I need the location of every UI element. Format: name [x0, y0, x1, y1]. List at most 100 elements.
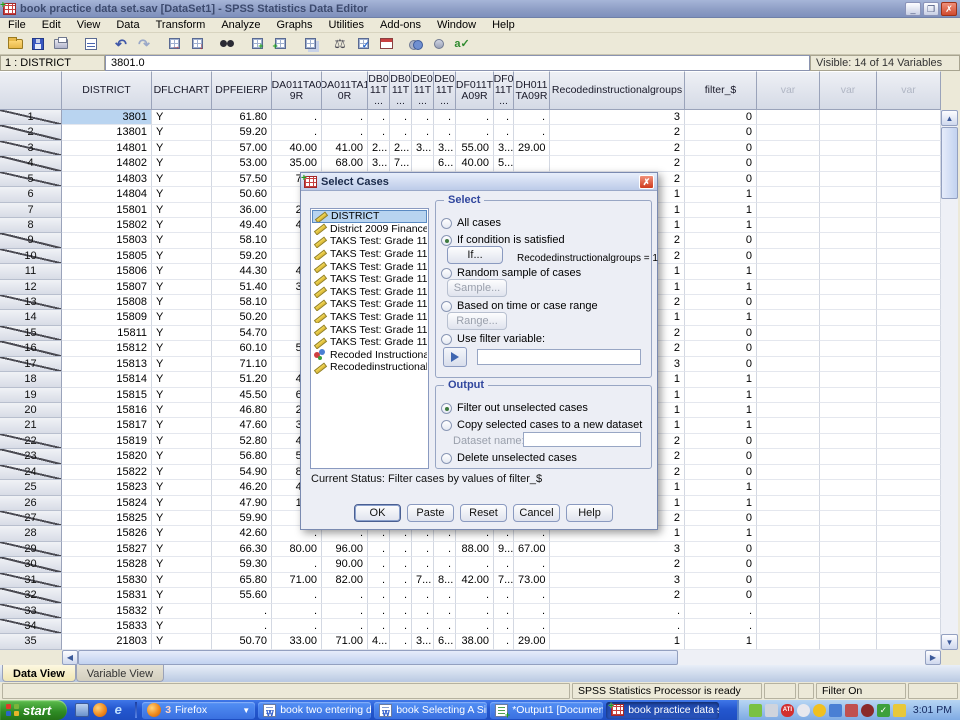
row-header-19[interactable]: 19: [0, 388, 62, 403]
taskbar-button-book-practice-data-se-[interactable]: book practice data se...: [606, 702, 719, 719]
variable-list-item[interactable]: TAKS Test: Grade 11 E...: [312, 298, 427, 311]
cell[interactable]: [877, 357, 941, 372]
cell[interactable]: [820, 511, 877, 526]
cell[interactable]: 3...: [434, 141, 456, 156]
cell[interactable]: [877, 341, 941, 356]
menu-help[interactable]: Help: [484, 18, 523, 32]
cell[interactable]: 0: [685, 542, 757, 557]
cell[interactable]: 2...: [390, 141, 412, 156]
cell[interactable]: 15807: [62, 280, 152, 295]
column-header-dpfeierp[interactable]: DPFEIERP: [212, 71, 272, 110]
cell[interactable]: [820, 526, 877, 541]
cell[interactable]: [820, 310, 877, 325]
undo-icon[interactable]: ↶: [110, 35, 132, 53]
cell[interactable]: 40.00: [272, 141, 322, 156]
cell[interactable]: Y: [152, 588, 212, 603]
cell[interactable]: [877, 218, 941, 233]
column-header-da011ta09r[interactable]: DA011TA0 9R: [272, 71, 322, 110]
variable-list-item[interactable]: TAKS Test: Grade 11 F...: [312, 323, 427, 336]
row-header-3[interactable]: 3: [0, 141, 62, 156]
cell[interactable]: .: [390, 542, 412, 557]
cell[interactable]: .: [550, 619, 685, 634]
menu-graphs[interactable]: Graphs: [268, 18, 320, 32]
dialog-variable-list[interactable]: DISTRICTDistrict 2009 Finance: E...TAKS …: [310, 208, 429, 469]
cell[interactable]: [820, 357, 877, 372]
cell[interactable]: .: [456, 604, 494, 619]
quicklaunch-app-icon[interactable]: [75, 703, 89, 717]
graphics-utility-icon[interactable]: [749, 704, 762, 717]
cell[interactable]: 15825: [62, 511, 152, 526]
column-header-var[interactable]: var: [877, 71, 941, 110]
split-file-icon[interactable]: [299, 35, 321, 53]
column-header-df011t[interactable]: DF0 11T ...: [494, 71, 514, 110]
cell[interactable]: 33.00: [272, 634, 322, 649]
spell-check-icon[interactable]: a✓: [451, 35, 473, 53]
cell[interactable]: 0: [685, 295, 757, 310]
windows-update-icon[interactable]: [893, 704, 906, 717]
cell[interactable]: .: [456, 125, 494, 140]
cell[interactable]: 59.90: [212, 511, 272, 526]
cell[interactable]: .: [456, 588, 494, 603]
redo-icon[interactable]: ↷: [133, 35, 155, 53]
cell[interactable]: 59.30: [212, 557, 272, 572]
cell[interactable]: [757, 619, 820, 634]
cell[interactable]: [877, 465, 941, 480]
cell[interactable]: .: [494, 588, 514, 603]
menu-edit[interactable]: Edit: [34, 18, 69, 32]
cell[interactable]: 88.00: [456, 542, 494, 557]
cell[interactable]: 71.10: [212, 357, 272, 372]
cell[interactable]: [757, 233, 820, 248]
goto-case-icon[interactable]: →: [163, 35, 185, 53]
cell[interactable]: Y: [152, 187, 212, 202]
cell[interactable]: Y: [152, 341, 212, 356]
cell[interactable]: [877, 249, 941, 264]
cell[interactable]: 71.00: [272, 573, 322, 588]
cell[interactable]: [877, 264, 941, 279]
cell[interactable]: 15814: [62, 372, 152, 387]
cell[interactable]: 3...: [368, 156, 390, 171]
cell[interactable]: 2: [550, 141, 685, 156]
cell[interactable]: .: [368, 110, 390, 125]
cell[interactable]: 7...: [412, 573, 434, 588]
close-button[interactable]: ✗: [941, 2, 957, 16]
cell[interactable]: .: [390, 588, 412, 603]
cell[interactable]: [877, 187, 941, 202]
variable-list-item[interactable]: TAKS Test: Grade 11 Hi...: [312, 336, 427, 349]
cell[interactable]: [820, 341, 877, 356]
radio-all-cases[interactable]: All cases: [441, 217, 501, 229]
cell[interactable]: [877, 604, 941, 619]
cell[interactable]: [820, 403, 877, 418]
goto-variable-icon[interactable]: ↓: [186, 35, 208, 53]
cell[interactable]: .: [514, 125, 550, 140]
cell[interactable]: Y: [152, 203, 212, 218]
cell[interactable]: 55.60: [212, 588, 272, 603]
cell[interactable]: .: [212, 604, 272, 619]
cell[interactable]: .: [434, 557, 456, 572]
open-file-icon[interactable]: [4, 35, 26, 53]
cell[interactable]: .: [272, 604, 322, 619]
cell[interactable]: .: [412, 110, 434, 125]
cell[interactable]: [757, 172, 820, 187]
cell[interactable]: .: [390, 619, 412, 634]
cell[interactable]: 15826: [62, 526, 152, 541]
cell[interactable]: .: [272, 588, 322, 603]
cell[interactable]: 0: [685, 110, 757, 125]
row-header-5[interactable]: 5: [0, 172, 62, 187]
cell[interactable]: 2: [550, 557, 685, 572]
cell[interactable]: [757, 295, 820, 310]
cell[interactable]: 36.00: [212, 203, 272, 218]
cell[interactable]: .: [514, 619, 550, 634]
cell[interactable]: [757, 480, 820, 495]
cell[interactable]: .: [514, 588, 550, 603]
cell[interactable]: [820, 249, 877, 264]
row-header-12[interactable]: 12: [0, 280, 62, 295]
show-all-variables-icon[interactable]: [428, 35, 450, 53]
cell[interactable]: [757, 604, 820, 619]
cell[interactable]: 40.00: [456, 156, 494, 171]
cell[interactable]: [820, 141, 877, 156]
cell[interactable]: 55.00: [456, 141, 494, 156]
cell[interactable]: [757, 588, 820, 603]
cell[interactable]: [820, 573, 877, 588]
menu-addons[interactable]: Add-ons: [372, 18, 429, 32]
row-header-30[interactable]: 30: [0, 557, 62, 572]
